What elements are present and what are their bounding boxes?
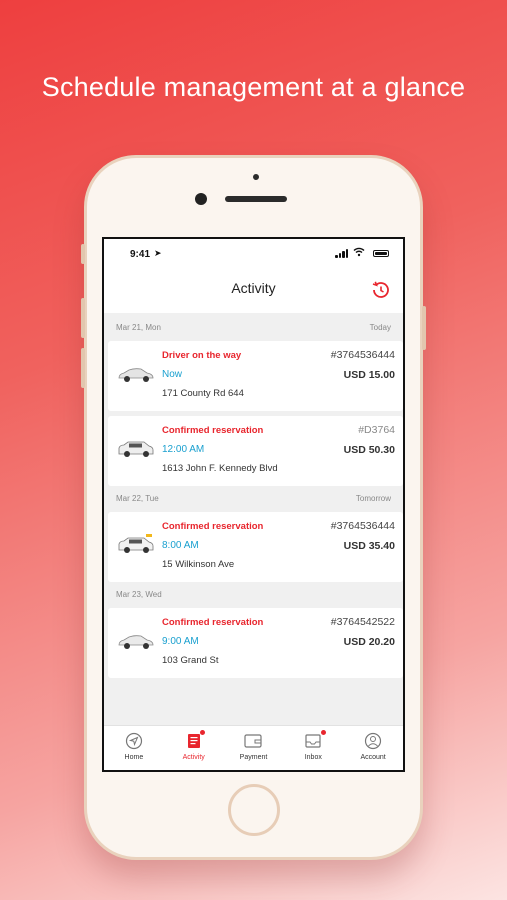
tab-label: Home — [124, 754, 144, 761]
notification-badge — [199, 730, 205, 735]
trip-reference: #3764536444 — [330, 349, 395, 361]
history-icon[interactable] — [369, 279, 391, 301]
sedan-icon — [118, 635, 154, 649]
date-header: Mar 23, Wed — [104, 582, 403, 608]
front-camera — [195, 193, 207, 205]
trip-status: Driver on the way — [162, 350, 242, 361]
earpiece-speaker — [225, 196, 287, 202]
tab-activity[interactable]: Activity — [164, 726, 224, 770]
tab-label: Activity — [182, 754, 205, 761]
tab-label: Account — [360, 754, 386, 761]
trip-reference: #3764542522 — [330, 616, 395, 628]
account-icon — [364, 732, 382, 750]
trip-address: 15 Wilkinson Ave — [162, 559, 235, 570]
tab-label: Inbox — [304, 754, 322, 761]
location-arrow-icon: ➤ — [154, 248, 162, 258]
trip-price: USD 35.40 — [343, 540, 395, 552]
trip-address: 1613 John F. Kennedy Blvd — [162, 463, 278, 474]
tab-bar: Home Activity Payment Inbox Account — [104, 725, 403, 770]
app-screen: 9:41 ➤ Activity Mar 21, Mon Today Driver… — [102, 237, 405, 772]
taxi-icon — [118, 534, 154, 553]
activity-card[interactable]: Confirmed reservation 9:00 AM 103 Grand … — [108, 608, 403, 678]
status-bar: 9:41 ➤ — [104, 239, 403, 269]
trip-reference: #3764536444 — [330, 520, 395, 532]
date-label: Mar 22, Tue — [116, 494, 159, 503]
date-header: Mar 21, Mon Today — [104, 315, 403, 341]
trip-status: Confirmed reservation — [162, 425, 264, 436]
tab-payment[interactable]: Payment — [224, 726, 284, 770]
receipt-icon — [187, 734, 200, 748]
trip-address: 171 County Rd 644 — [162, 388, 244, 399]
activity-card[interactable]: Confirmed reservation 8:00 AM 15 Wilkins… — [108, 512, 403, 582]
trip-time: 9:00 AM — [162, 636, 199, 647]
trip-status: Confirmed reservation — [162, 617, 264, 628]
page-title: Activity — [231, 280, 276, 296]
wifi-icon — [353, 247, 365, 257]
activity-card[interactable]: Driver on the way Now 171 County Rd 644 … — [108, 341, 403, 411]
power-button — [422, 306, 426, 350]
tab-inbox[interactable]: Inbox — [283, 726, 343, 770]
activity-card[interactable]: Confirmed reservation 12:00 AM 1613 John… — [108, 416, 403, 486]
trip-price: USD 20.20 — [343, 636, 395, 648]
date-header: Mar 22, Tue Tomorrow — [104, 486, 403, 512]
battery-icon — [373, 250, 389, 257]
wallet-icon — [244, 734, 263, 748]
volume-down-button — [81, 348, 85, 388]
trip-time: 12:00 AM — [162, 444, 205, 455]
date-label: Mar 23, Wed — [116, 590, 162, 599]
notification-badge — [321, 730, 327, 735]
relative-day-label: Tomorrow — [355, 494, 391, 503]
volume-up-button — [81, 298, 85, 338]
trip-time: 8:00 AM — [162, 540, 199, 551]
trip-price: USD 15.00 — [343, 369, 395, 381]
trip-reference: #D3764 — [358, 424, 395, 436]
suv-icon — [118, 441, 154, 457]
proximity-sensor — [253, 174, 259, 180]
tab-home[interactable]: Home — [104, 726, 164, 770]
relative-day-label: Today — [369, 323, 391, 332]
inbox-icon — [305, 734, 321, 748]
compass-icon — [125, 732, 142, 750]
trip-price: USD 50.30 — [343, 444, 395, 456]
tab-account[interactable]: Account — [343, 726, 403, 770]
trip-status: Confirmed reservation — [162, 521, 264, 532]
trip-address: 103 Grand St — [162, 655, 219, 666]
trip-time: Now — [162, 369, 183, 380]
sedan-icon — [118, 368, 154, 382]
mute-switch — [81, 244, 85, 264]
nav-bar: Activity — [104, 269, 403, 313]
signal-icon — [335, 249, 349, 258]
headline: Schedule management at a glance — [41, 72, 466, 102]
tab-label: Payment — [239, 754, 268, 761]
status-time: 9:41 — [130, 249, 151, 260]
home-button[interactable] — [228, 784, 280, 836]
date-label: Mar 21, Mon — [116, 323, 161, 332]
